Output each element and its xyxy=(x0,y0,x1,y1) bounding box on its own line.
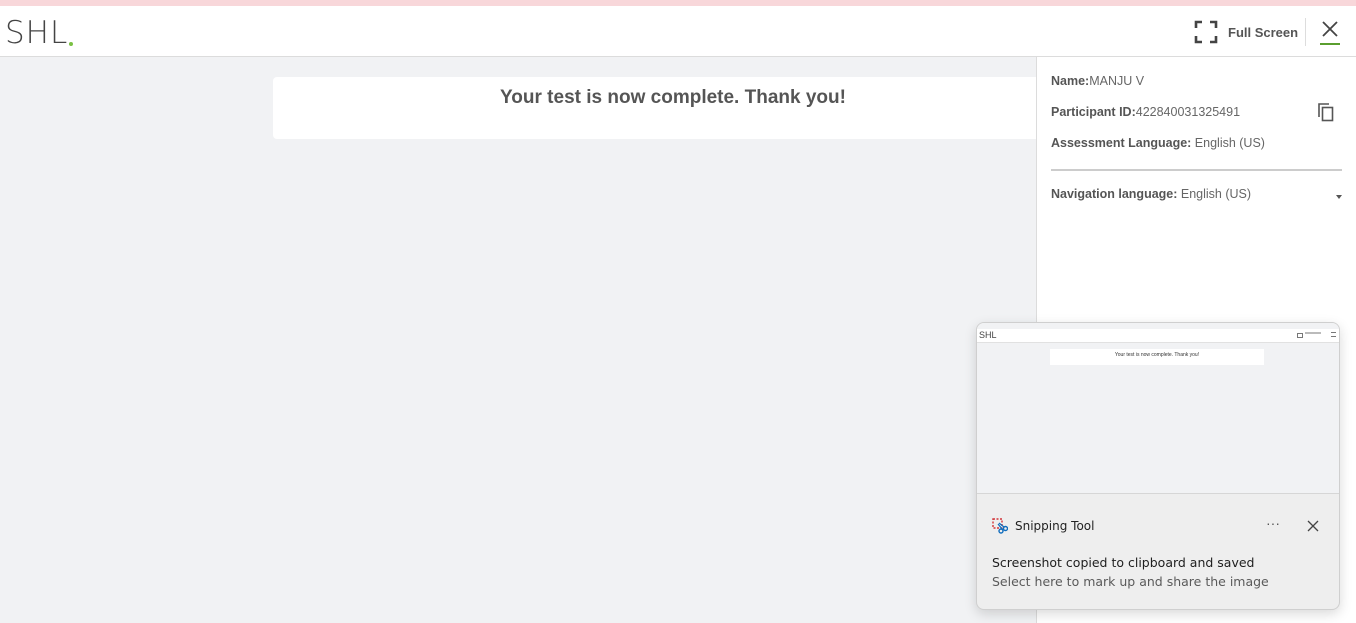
more-options-button[interactable]: ··· xyxy=(1263,516,1283,533)
header-divider xyxy=(1305,18,1306,46)
close-underline xyxy=(1320,43,1340,45)
snipping-tool-notification[interactable]: SHL Your test is now complete. Thank you… xyxy=(976,322,1340,610)
caret-down-icon xyxy=(1336,195,1342,199)
snipping-tool-icon xyxy=(992,518,1008,534)
name-value: MANJU V xyxy=(1089,74,1145,88)
thumbnail-card: Your test is now complete. Thank you! xyxy=(1050,349,1264,365)
fullscreen-label: Full Screen xyxy=(1228,24,1299,40)
app-header: SHL Full Screen xyxy=(0,6,1356,57)
shl-logo: SHL xyxy=(5,15,69,51)
thumbnail-header: SHL xyxy=(977,329,1339,343)
assessment-language-label: Assessment Language: xyxy=(1051,136,1192,150)
more-icon: ··· xyxy=(1266,515,1280,531)
close-button[interactable] xyxy=(1319,19,1341,45)
thumbnail-message: Your test is now complete. Thank you! xyxy=(1114,352,1200,358)
participant-id-row: Participant ID:422840031325491 xyxy=(1051,105,1240,119)
name-label: Name: xyxy=(1051,74,1090,88)
thumbnail-fullscreen-label xyxy=(1305,332,1321,334)
name-row: Name:MANJU V xyxy=(1051,74,1144,88)
participant-id-label: Participant ID: xyxy=(1051,105,1136,119)
copy-id-button[interactable] xyxy=(1316,101,1336,123)
notification-subtitle: Select here to mark up and share the ima… xyxy=(992,574,1269,589)
logo-dot xyxy=(69,42,73,46)
thumbnail-logo: SHL xyxy=(979,330,997,340)
completion-card: Your test is now complete. Thank you! xyxy=(273,77,1073,139)
participant-id-value: 422840031325491 xyxy=(1135,105,1241,119)
notification-close-button[interactable] xyxy=(1307,519,1319,532)
close-icon xyxy=(1307,520,1319,532)
notification-app-name: Snipping Tool xyxy=(1015,519,1095,533)
thumbnail-fullscreen-icon xyxy=(1297,333,1303,338)
fullscreen-icon xyxy=(1194,20,1218,44)
thumbnail-menu-icon xyxy=(1331,332,1336,337)
assessment-language-value: English (US) xyxy=(1191,136,1265,150)
navigation-language-label: Navigation language: xyxy=(1051,187,1178,201)
copy-icon xyxy=(1318,103,1334,122)
assessment-language-row: Assessment Language: English (US) xyxy=(1051,136,1265,150)
fullscreen-button[interactable]: Full Screen xyxy=(1194,20,1298,44)
screenshot-thumbnail[interactable]: SHL Your test is now complete. Thank you… xyxy=(977,323,1339,494)
notification-title: Screenshot copied to clipboard and saved xyxy=(992,555,1255,570)
navigation-language-select[interactable]: Navigation language: English (US) xyxy=(1051,187,1342,207)
close-icon xyxy=(1322,21,1338,37)
panel-divider xyxy=(1051,169,1342,171)
notification-title-row: Snipping Tool xyxy=(992,518,1094,534)
completion-message: Your test is now complete. Thank you! xyxy=(500,87,846,108)
navigation-language-value: English (US) xyxy=(1177,187,1252,201)
